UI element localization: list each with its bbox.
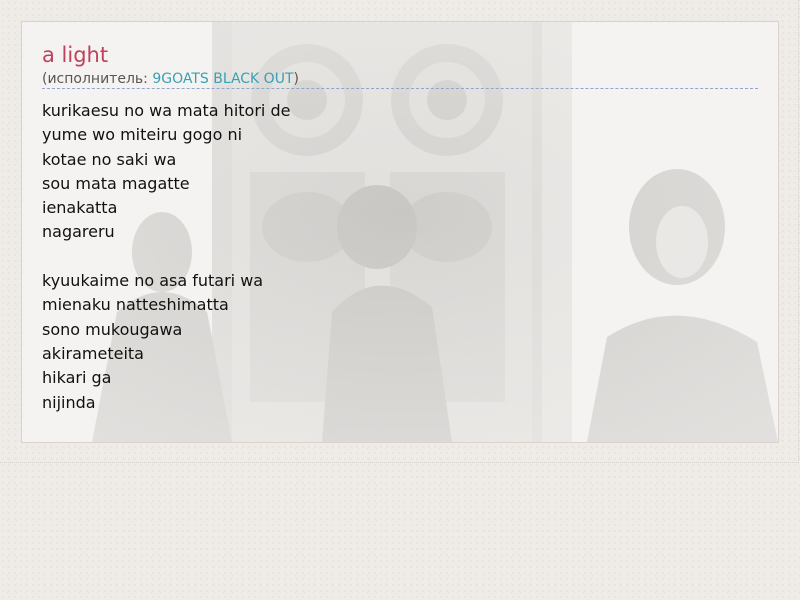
lyric-line: nijinda <box>42 392 96 412</box>
title-divider <box>42 88 758 89</box>
lyric-line: kurikaesu no wa mata hitori de <box>42 101 291 120</box>
artist-suffix: ) <box>293 71 299 87</box>
lyrics-stanza: kurikaesu no wa mata hitori de yume wo m… <box>42 99 290 245</box>
artist-link[interactable]: 9GOATS BLACK OUT <box>152 71 293 87</box>
song-title: a light <box>42 43 109 67</box>
lyrics-body: kurikaesu no wa mata hitori de yume wo m… <box>42 99 290 415</box>
artist-line: (исполнитель: 9GOATS BLACK OUT) <box>42 70 299 88</box>
lyric-line: kotae no saki wa <box>42 149 177 169</box>
lyrics-stanza: kyuukaime no asa futari wa mienaku natte… <box>42 269 290 415</box>
lyric-line: sono mukougawa <box>42 319 183 339</box>
lyrics-card: a light (исполнитель: 9GOATS BLACK OUT) … <box>21 21 779 443</box>
lyric-line: sou mata magatte <box>42 173 190 193</box>
artist-prefix: (исполнитель: <box>42 71 153 87</box>
lyric-line: ienakatta <box>42 198 118 218</box>
lyric-line: nagareru <box>42 222 115 242</box>
lyric-line: hikari ga <box>42 368 112 388</box>
lyric-line: kyuukaime no asa futari wa <box>42 271 264 291</box>
lyric-line: akirameteita <box>42 343 144 363</box>
lyric-line: yume wo miteiru gogo ni <box>42 125 243 145</box>
lyric-line: mienaku natteshimatta <box>42 295 229 315</box>
